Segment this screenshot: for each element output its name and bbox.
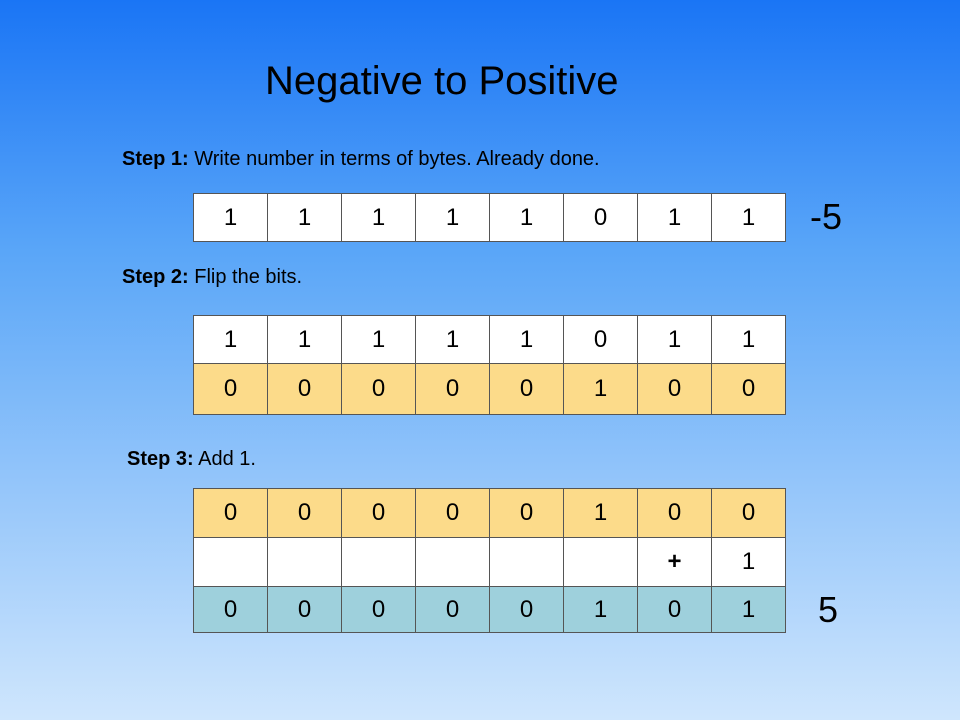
negative-value-label: -5 bbox=[810, 196, 843, 237]
addend-cell bbox=[193, 537, 268, 587]
flipped-bit-cell: 0 bbox=[711, 488, 786, 538]
result-bit-cell: 1 bbox=[563, 586, 638, 633]
original-bit-cell: 1 bbox=[341, 315, 416, 364]
flipped-bit-cell: 0 bbox=[637, 363, 712, 415]
addend-cell bbox=[563, 537, 638, 587]
addend-cell: 1 bbox=[711, 537, 786, 587]
original-bit-cell: 1 bbox=[415, 315, 490, 364]
original-bit-cell: 1 bbox=[637, 315, 712, 364]
result-bit-cell: 0 bbox=[193, 586, 268, 633]
flipped-bit-cell: 0 bbox=[341, 488, 416, 538]
addend-cell bbox=[267, 537, 342, 587]
addend-cell bbox=[415, 537, 490, 587]
bit-cell: 1 bbox=[489, 193, 564, 242]
step-1-description: Write number in terms of bytes. Already … bbox=[188, 148, 600, 170]
bit-cell: 0 bbox=[563, 193, 638, 242]
flipped-bit-cell: 0 bbox=[267, 363, 342, 415]
flipped-bit-cell: 0 bbox=[193, 488, 268, 538]
flipped-bit-cell: 0 bbox=[193, 363, 268, 415]
bit-cell: 1 bbox=[193, 193, 268, 242]
table-1: 11111011 bbox=[193, 193, 786, 242]
result-bit-cell: 0 bbox=[489, 586, 564, 633]
result-bit-cell: 0 bbox=[415, 586, 490, 633]
bit-cell: 1 bbox=[637, 193, 712, 242]
result-bit-cell: 1 bbox=[711, 586, 786, 633]
result-bit-cell: 0 bbox=[341, 586, 416, 633]
step-3-description: Add 1. bbox=[193, 448, 256, 470]
flipped-bit-cell: 0 bbox=[415, 488, 490, 538]
bit-cell: 1 bbox=[711, 193, 786, 242]
original-bit-cell: 0 bbox=[563, 315, 638, 364]
bit-cell: 1 bbox=[341, 193, 416, 242]
bit-cell: 1 bbox=[267, 193, 342, 242]
addend-cell bbox=[341, 537, 416, 587]
original-bit-cell: 1 bbox=[489, 315, 564, 364]
step-2-description: Flip the bits. bbox=[188, 266, 303, 288]
flipped-bit-cell: 0 bbox=[637, 488, 712, 538]
flipped-bit-cell: 0 bbox=[489, 363, 564, 415]
step-2-label: Step 2: bbox=[122, 266, 189, 288]
original-bit-cell: 1 bbox=[267, 315, 342, 364]
result-bit-cell: 0 bbox=[267, 586, 342, 633]
flipped-bit-cell: 0 bbox=[341, 363, 416, 415]
original-bit-cell: 1 bbox=[711, 315, 786, 364]
original-bit-cell: 1 bbox=[193, 315, 268, 364]
step-3-text: Step 3: Add 1. bbox=[127, 447, 256, 471]
step-1-text: Step 1: Write number in terms of bytes. … bbox=[122, 147, 600, 171]
flipped-bit-cell: 0 bbox=[711, 363, 786, 415]
flipped-bit-cell: 0 bbox=[267, 488, 342, 538]
table-2: 1111101100000100 bbox=[193, 315, 786, 415]
addend-cell: + bbox=[637, 537, 712, 587]
step-2-text: Step 2: Flip the bits. bbox=[122, 265, 302, 289]
slide-title: Negative to Positive bbox=[265, 59, 619, 103]
flipped-bit-cell: 1 bbox=[563, 363, 638, 415]
flipped-bit-cell: 0 bbox=[489, 488, 564, 538]
flipped-bit-cell: 1 bbox=[563, 488, 638, 538]
flipped-bit-cell: 0 bbox=[415, 363, 490, 415]
result-bit-cell: 0 bbox=[637, 586, 712, 633]
step-3-label: Step 3: bbox=[127, 448, 194, 470]
bit-cell: 1 bbox=[415, 193, 490, 242]
table-3: 0 0 0 0 0 1 0 0 +1 0 0 0 0 0 1 0 1 bbox=[193, 488, 786, 633]
step-1-label: Step 1: bbox=[122, 148, 189, 170]
addend-cell bbox=[489, 537, 564, 587]
positive-value-label: 5 bbox=[818, 589, 839, 630]
